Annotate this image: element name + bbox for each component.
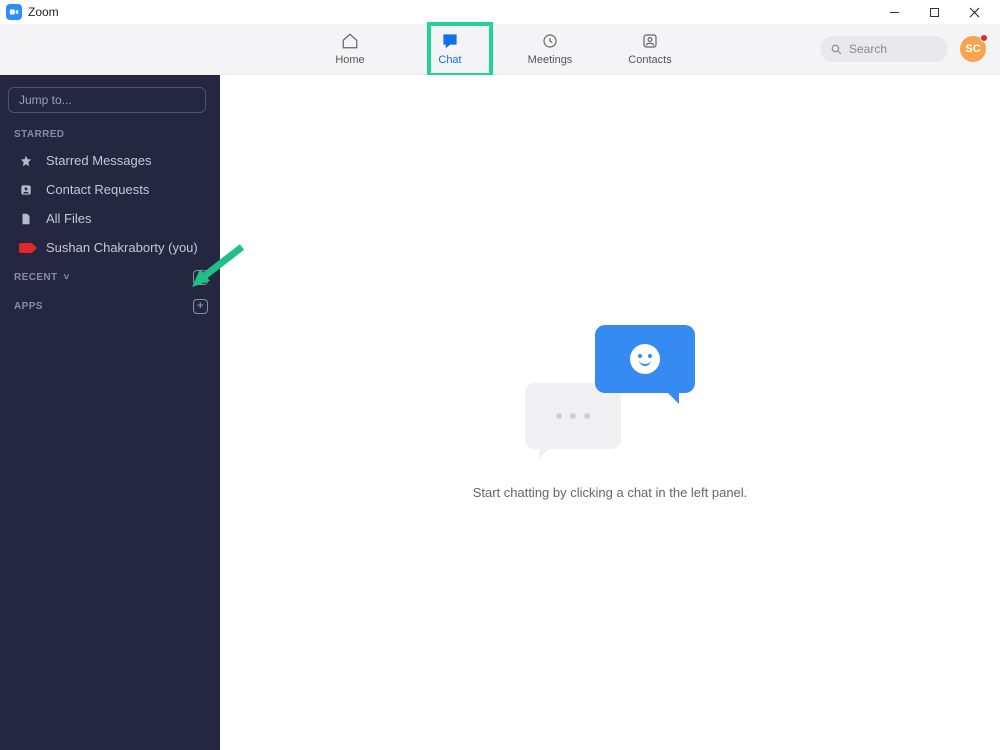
- sidebar-section-recent[interactable]: RECENT ˅ +: [0, 262, 220, 291]
- window-maximize-button[interactable]: [914, 0, 954, 24]
- video-icon: [18, 243, 34, 253]
- search-input[interactable]: Search: [820, 36, 948, 62]
- search-icon: [830, 43, 843, 56]
- app-title: Zoom: [28, 5, 59, 19]
- sidebar-item-label: All Files: [46, 211, 92, 226]
- file-icon: [18, 212, 34, 226]
- window-close-button[interactable]: [954, 0, 994, 24]
- empty-chat-illustration: [525, 325, 695, 455]
- home-icon: [341, 32, 359, 50]
- clock-icon: [541, 32, 559, 50]
- sidebar-item-label: Sushan Chakraborty (you): [46, 240, 198, 255]
- contacts-icon: [641, 32, 659, 50]
- nav-contacts-label: Contacts: [628, 54, 671, 66]
- notification-dot-icon: [980, 34, 988, 42]
- sidebar-item-starred-messages[interactable]: Starred Messages: [0, 146, 220, 175]
- add-recent-button[interactable]: +: [193, 270, 208, 285]
- nav-meetings[interactable]: Meetings: [520, 24, 580, 74]
- top-nav: Home Chat Meetings Contacts Search SC: [0, 24, 1000, 75]
- sidebar-item-label: Contact Requests: [46, 182, 149, 197]
- sidebar-item-contact-requests[interactable]: Contact Requests: [0, 175, 220, 204]
- nav-home[interactable]: Home: [320, 24, 380, 74]
- sidebar: Jump to... STARRED Starred Messages Cont…: [0, 75, 220, 750]
- nav-contacts[interactable]: Contacts: [620, 24, 680, 74]
- add-app-button[interactable]: +: [193, 299, 208, 314]
- sidebar-item-self-chat[interactable]: Sushan Chakraborty (you): [0, 233, 220, 262]
- contact-request-icon: [18, 183, 34, 197]
- zoom-app-icon: [6, 4, 22, 20]
- empty-state-text: Start chatting by clicking a chat in the…: [473, 485, 748, 500]
- profile-avatar[interactable]: SC: [960, 36, 986, 62]
- chat-icon: [441, 32, 459, 50]
- star-icon: [18, 154, 34, 168]
- chevron-down-icon: ˅: [64, 272, 70, 283]
- jump-to-input[interactable]: Jump to...: [8, 87, 206, 113]
- sidebar-item-label: Starred Messages: [46, 153, 152, 168]
- nav-home-label: Home: [335, 54, 364, 66]
- jump-to-placeholder: Jump to...: [19, 93, 72, 107]
- nav-meetings-label: Meetings: [528, 54, 573, 66]
- window-titlebar: Zoom: [0, 0, 1000, 24]
- sidebar-item-all-files[interactable]: All Files: [0, 204, 220, 233]
- avatar-initials: SC: [965, 43, 980, 55]
- sidebar-section-apps[interactable]: APPS +: [0, 291, 220, 320]
- main-content: Start chatting by clicking a chat in the…: [220, 75, 1000, 750]
- window-minimize-button[interactable]: [874, 0, 914, 24]
- nav-chat-label: Chat: [438, 54, 461, 66]
- sidebar-section-starred: STARRED: [0, 121, 220, 146]
- nav-chat[interactable]: Chat: [420, 24, 480, 74]
- search-placeholder: Search: [849, 42, 887, 56]
